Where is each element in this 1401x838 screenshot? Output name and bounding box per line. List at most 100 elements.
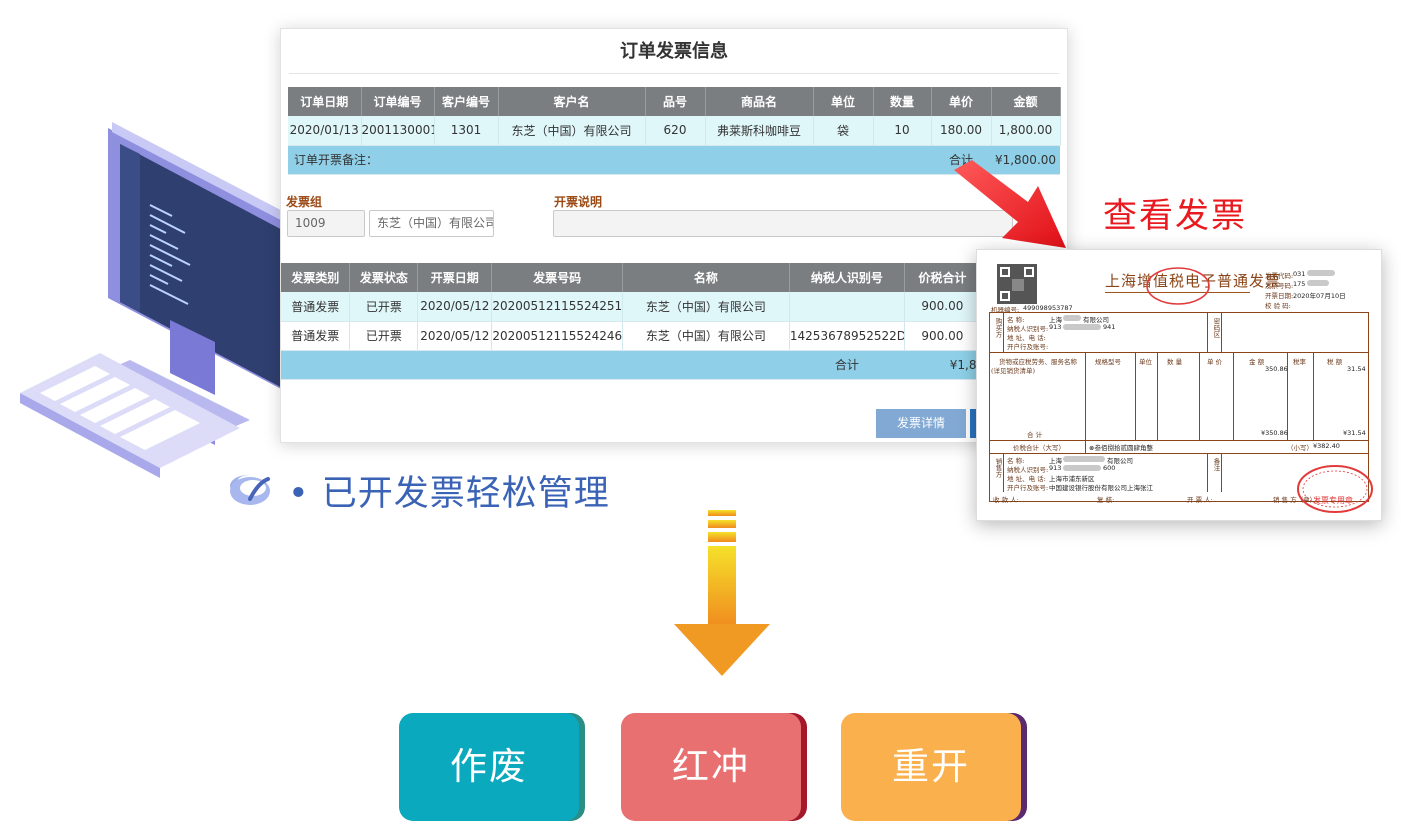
- buyer-bank-label: 开户行及账号:: [1007, 343, 1049, 351]
- reviewer-label: 复 核:: [1097, 496, 1115, 504]
- cell-order-number: 2001130001: [361, 116, 435, 146]
- code-label: 发票代码:: [1265, 272, 1294, 280]
- invoice-group-label: 发票组: [286, 195, 323, 209]
- col-amount: 金额: [991, 87, 1061, 116]
- qr-code-icon: [997, 264, 1037, 304]
- col-name: 名称: [622, 263, 790, 292]
- col-invoice-number: 发票号码: [491, 263, 623, 292]
- col-order-date: 订单日期: [288, 87, 362, 116]
- amount-value: 350.86: [1265, 365, 1288, 373]
- number-value: 175: [1293, 280, 1306, 288]
- red-reversal-action[interactable]: 红冲: [621, 713, 807, 821]
- payee-label: 收 款 人:: [993, 496, 1019, 504]
- red-arrow-icon: [954, 160, 1066, 248]
- invoice-stamp-icon: [1297, 465, 1373, 513]
- col-invoice-type: 发票类别: [281, 263, 351, 292]
- total-small-label: （小写）: [1287, 444, 1313, 452]
- cell-order-date: 2020/01/13: [288, 116, 362, 146]
- red-reversal-button[interactable]: 红冲: [621, 713, 801, 821]
- col-quantity: 数量: [873, 87, 932, 116]
- total-caps-value: ⊗叁佰捌拾贰圆肆角整: [1089, 444, 1153, 452]
- cell-customer-name: 东芝（中国）有限公司: [498, 116, 646, 146]
- table-row[interactable]: 2020/01/13 2001130001 1301 东芝（中国）有限公司 62…: [288, 116, 1061, 146]
- view-invoice-label[interactable]: 查看发票: [1103, 188, 1247, 237]
- invoice-detail-button[interactable]: 发票详情: [876, 409, 966, 438]
- amount-header: 金 额: [1249, 358, 1265, 366]
- invoice-note-field[interactable]: [553, 210, 1013, 237]
- table-row[interactable]: 普通发票 已开票 2020/05/12 20200512115524246 东芝…: [281, 321, 982, 351]
- number-label: 发票号码:: [1265, 282, 1294, 290]
- cell-total-with-tax: 900.00: [904, 321, 982, 351]
- cell-invoice-type: 普通发票: [281, 292, 351, 322]
- date-label: 开票日期:: [1265, 292, 1294, 300]
- reissue-action[interactable]: 重开: [841, 713, 1027, 821]
- rate-header: 税率: [1293, 358, 1306, 366]
- issuer-label: 开 票 人:: [1187, 496, 1213, 504]
- spec-header: 规格型号: [1095, 358, 1121, 366]
- cell-invoice-number: 20200512115524251: [491, 292, 623, 322]
- mouse-icon: [230, 476, 270, 505]
- summary-spacer: [281, 350, 790, 380]
- order-table: 订单日期 订单编号 客户编号 客户名 品号 商品名 单位 数量 单价 金额 20…: [288, 87, 1061, 175]
- seller-bank-label: 开户行及账号:: [1007, 484, 1049, 492]
- cell-taxpayer-id: [789, 292, 905, 322]
- col-product-name: 商品名: [705, 87, 814, 116]
- col-total-with-tax: 价税合计: [904, 263, 982, 292]
- buyer-tax-value: 913: [1049, 323, 1062, 331]
- panel-title: 订单发票信息: [620, 41, 728, 62]
- col-invoice-status: 发票状态: [349, 263, 419, 292]
- password-area-label: 密码区: [1212, 318, 1220, 338]
- invoice-note-label: 开票说明: [554, 195, 603, 209]
- stamp-text: 发票专用章: [1313, 496, 1353, 505]
- item-value: (详见销货清单): [991, 367, 1036, 375]
- cell-product-name: 弗莱斯科咖啡豆: [705, 116, 814, 146]
- cell-unit: 袋: [813, 116, 874, 146]
- col-unit-price: 单价: [931, 87, 992, 116]
- tax-value: 31.54: [1347, 365, 1366, 373]
- col-customer-name: 客户名: [498, 87, 646, 116]
- cell-issue-date: 2020/05/12: [417, 321, 493, 351]
- qty-header: 数 量: [1167, 358, 1183, 366]
- cell-item-number: 620: [645, 116, 706, 146]
- remark-area-label: 备注: [1212, 458, 1220, 471]
- seller-tax-value: 913: [1049, 464, 1062, 472]
- table-row[interactable]: 普通发票 已开票 2020/05/12 20200512115524251 东芝…: [281, 292, 982, 322]
- col-unit: 单位: [813, 87, 874, 116]
- check-code-label: 校 验 码:: [1265, 302, 1291, 310]
- reissue-button[interactable]: 重开: [841, 713, 1021, 821]
- invoice-group-code-field[interactable]: 1009: [287, 210, 365, 237]
- invoice-total-label: 合计: [789, 350, 905, 380]
- cell-invoice-status: 已开票: [349, 292, 419, 322]
- unit-header: 单位: [1139, 358, 1152, 366]
- tax-header: 税 额: [1327, 358, 1343, 366]
- subtotal-label: 合 计: [1027, 431, 1043, 439]
- total-small-value: ¥382.40: [1313, 442, 1340, 450]
- invoice-group-name-field[interactable]: 东芝（中国）有限公司: [369, 210, 494, 237]
- void-button[interactable]: 作废: [399, 713, 579, 821]
- cell-name: 东芝（中国）有限公司: [622, 292, 790, 322]
- buyer-side-label: 购买方: [994, 318, 1002, 338]
- col-issue-date: 开票日期: [417, 263, 493, 292]
- cell-issue-date: 2020/05/12: [417, 292, 493, 322]
- buyer-tax-suffix: 941: [1103, 323, 1116, 331]
- cell-invoice-number: 20200512115524246: [491, 321, 623, 351]
- title-divider: [289, 73, 1059, 74]
- caption: • 已开发票轻松管理: [228, 465, 610, 516]
- subtotal-tax: ¥31.54: [1343, 429, 1366, 437]
- stamp-top-icon: [1146, 267, 1210, 305]
- paper-invoice-preview[interactable]: 上海增值税电子普通发票 发票代码: 031 发票号码: 175 开票日期: 20…: [976, 249, 1382, 521]
- machine-value: 499098953787: [1023, 304, 1073, 312]
- cell-customer-number: 1301: [434, 116, 499, 146]
- down-arrow-icon: [674, 510, 770, 676]
- cell-invoice-status: 已开票: [349, 321, 419, 351]
- caption-text: • 已开发票轻松管理: [288, 474, 610, 514]
- total-caps-label: 价税合计（大写）: [1013, 444, 1065, 452]
- computer-illustration: [20, 122, 302, 497]
- void-action[interactable]: 作废: [399, 713, 585, 821]
- cell-name: 东芝（中国）有限公司: [622, 321, 790, 351]
- col-order-number: 订单编号: [361, 87, 435, 116]
- cell-unit-price: 180.00: [931, 116, 992, 146]
- date-value: 2020年07月10日: [1293, 292, 1346, 300]
- col-taxpayer-id: 纳税人识别号: [789, 263, 905, 292]
- invoice-table: 发票类别 发票状态 开票日期 发票号码 名称 纳税人识别号 价税合计 普通发票 …: [281, 263, 982, 380]
